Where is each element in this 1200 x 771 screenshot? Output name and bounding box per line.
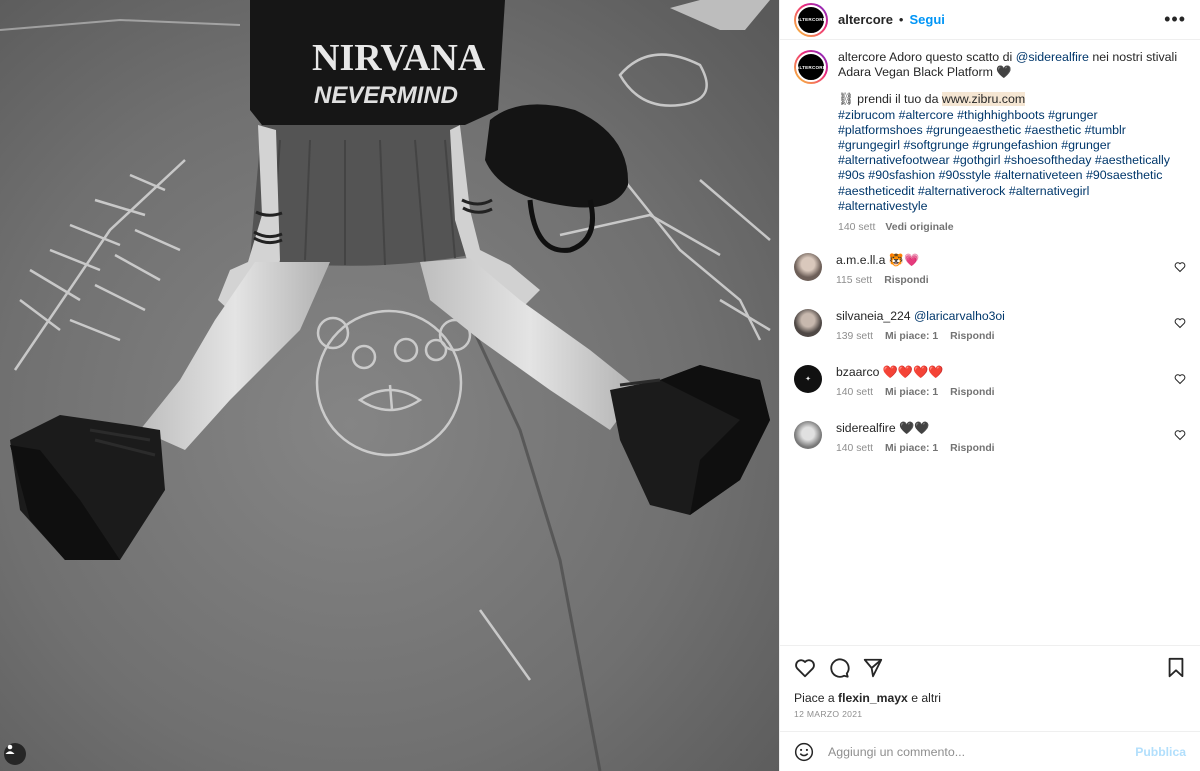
photo-illustration: NIRVANA NEVERMIND xyxy=(0,0,779,771)
follow-button[interactable]: Segui xyxy=(909,12,944,27)
caption-buy-text: prendi il tuo da xyxy=(853,92,942,107)
comment-avatar[interactable] xyxy=(794,309,822,338)
caption-link[interactable]: www.zibru.com xyxy=(941,92,1026,107)
reply-button[interactable]: Rispondi xyxy=(950,329,994,344)
caption-text-before: Adoro questo scatto di xyxy=(888,50,1016,64)
comment-username[interactable]: siderealfire xyxy=(836,421,896,435)
comment-likes[interactable]: Mi piace: 1 xyxy=(885,385,938,400)
post-sidebar: ALTERCORE altercore • Segui ••• ALTERCOR… xyxy=(779,0,1200,771)
comment-meta: 140 sett Mi piace: 1 Rispondi xyxy=(836,441,995,456)
heart-icon[interactable] xyxy=(1174,317,1186,329)
comment-body: siderealfire 🖤🖤 140 sett Mi piace: 1 Ris… xyxy=(836,421,995,456)
tag-user-icon[interactable] xyxy=(4,743,26,765)
reply-button[interactable]: Rispondi xyxy=(950,441,994,456)
add-comment-bar: Aggiungi un commento... Pubblica xyxy=(780,731,1200,771)
likes-user[interactable]: flexin_mayx xyxy=(838,691,908,705)
post-header: ALTERCORE altercore • Segui ••• xyxy=(780,0,1200,40)
comment-item: siderealfire 🖤🖤 140 sett Mi piace: 1 Ris… xyxy=(794,421,1186,477)
avatar[interactable]: ALTERCORE xyxy=(794,2,828,37)
likes-suffix[interactable]: e altri xyxy=(908,691,941,705)
instagram-post-modal: NIRVANA NEVERMIND ALTERCORE altercore • … xyxy=(0,0,1200,771)
caption-mention[interactable]: @siderealfire xyxy=(1016,50,1089,64)
reply-button[interactable]: Rispondi xyxy=(950,385,994,400)
comment-time: 140 sett xyxy=(836,443,873,455)
post-date: 12 MARZO 2021 xyxy=(794,709,863,719)
caption-body: altercore Adoro questo scatto di @sidere… xyxy=(838,50,1178,235)
comment-avatar[interactable] xyxy=(794,253,822,282)
likes-summary: Piace a flexin_mayx e altri xyxy=(794,691,941,705)
comment-item: ✦ bzaarco ❤️❤️❤️❤️ 140 sett Mi piace: 1 … xyxy=(794,365,1186,421)
caption-meta: 140 sett Vedi originale xyxy=(838,220,1178,235)
comment-avatar[interactable]: ✦ xyxy=(794,365,822,394)
comment-time: 140 sett xyxy=(836,387,873,399)
reply-button[interactable]: Rispondi xyxy=(884,273,928,288)
comment-meta: 115 sett Rispondi xyxy=(836,273,929,288)
caption-hashtags[interactable]: #zibrucom #altercore #thighhighboots #gr… xyxy=(838,108,1178,214)
comment-text: 🖤🖤 xyxy=(899,421,930,436)
shirt-text-nevermind: NEVERMIND xyxy=(314,82,458,109)
comment-username[interactable]: silvaneia_224 xyxy=(836,309,911,323)
comment-bubble-icon[interactable] xyxy=(828,657,850,679)
comment-meta: 139 sett Mi piace: 1 Rispondi xyxy=(836,329,1005,344)
comment-body: a.m.e.ll.a 🐯💗 115 sett Rispondi xyxy=(836,253,929,288)
comment-text[interactable]: @laricarvalho3oi xyxy=(914,309,1005,323)
chain-icon: ⛓ xyxy=(838,92,854,107)
caption-username[interactable]: altercore xyxy=(838,50,886,64)
avatar-logo: ALTERCORE xyxy=(796,4,826,35)
comment-text: 🐯💗 xyxy=(888,253,920,268)
caption-avatar-logo: ALTERCORE xyxy=(796,52,826,82)
shirt-text-nirvana: NIRVANA xyxy=(312,37,486,79)
comment-meta: 140 sett Mi piace: 1 Rispondi xyxy=(836,385,995,400)
comment-body: silvaneia_224 @laricarvalho3oi 139 sett … xyxy=(836,309,1005,344)
caption-avatar[interactable]: ALTERCORE xyxy=(794,50,828,84)
see-original-button[interactable]: Vedi originale xyxy=(885,220,953,235)
like-heart-icon[interactable] xyxy=(794,657,816,679)
share-send-icon[interactable] xyxy=(862,657,884,679)
likes-prefix: Piace a xyxy=(794,691,839,705)
comment-time: 115 sett xyxy=(836,275,873,287)
comment-text: ❤️❤️❤️❤️ xyxy=(882,365,944,380)
comment-time: 139 sett xyxy=(836,331,873,343)
comment-input[interactable]: Aggiungi un commento... xyxy=(828,745,1135,759)
comment-likes[interactable]: Mi piace: 1 xyxy=(885,441,938,456)
caption: ALTERCORE altercore Adoro questo scatto … xyxy=(794,50,1186,235)
heart-icon[interactable] xyxy=(1174,429,1186,441)
comment-list: a.m.e.ll.a 🐯💗 115 sett Rispondi silvanei… xyxy=(794,253,1186,477)
comment-username[interactable]: a.m.e.ll.a xyxy=(836,253,885,267)
caption-buy-line: ⛓ prendi il tuo da www.zibru.com xyxy=(838,92,1178,107)
action-bar xyxy=(780,645,1200,689)
header-username[interactable]: altercore xyxy=(838,12,893,27)
caption-time: 140 sett xyxy=(838,221,876,234)
publish-button[interactable]: Pubblica xyxy=(1135,745,1186,759)
comment-avatar[interactable] xyxy=(794,421,822,450)
comment-item: silvaneia_224 @laricarvalho3oi 139 sett … xyxy=(794,309,1186,365)
emoji-icon[interactable] xyxy=(794,742,814,762)
comment-likes[interactable]: Mi piace: 1 xyxy=(885,329,938,344)
heart-icon[interactable] xyxy=(1174,261,1186,273)
post-photo[interactable]: NIRVANA NEVERMIND xyxy=(0,0,779,771)
comment-username[interactable]: bzaarco xyxy=(836,365,879,379)
comment-body: bzaarco ❤️❤️❤️❤️ 140 sett Mi piace: 1 Ri… xyxy=(836,365,995,400)
more-options-icon[interactable]: ••• xyxy=(1164,9,1186,30)
comment-item: a.m.e.ll.a 🐯💗 115 sett Rispondi xyxy=(794,253,1186,309)
separator-dot: • xyxy=(898,12,904,27)
save-bookmark-icon[interactable] xyxy=(1166,657,1186,679)
heart-icon[interactable] xyxy=(1174,373,1186,385)
